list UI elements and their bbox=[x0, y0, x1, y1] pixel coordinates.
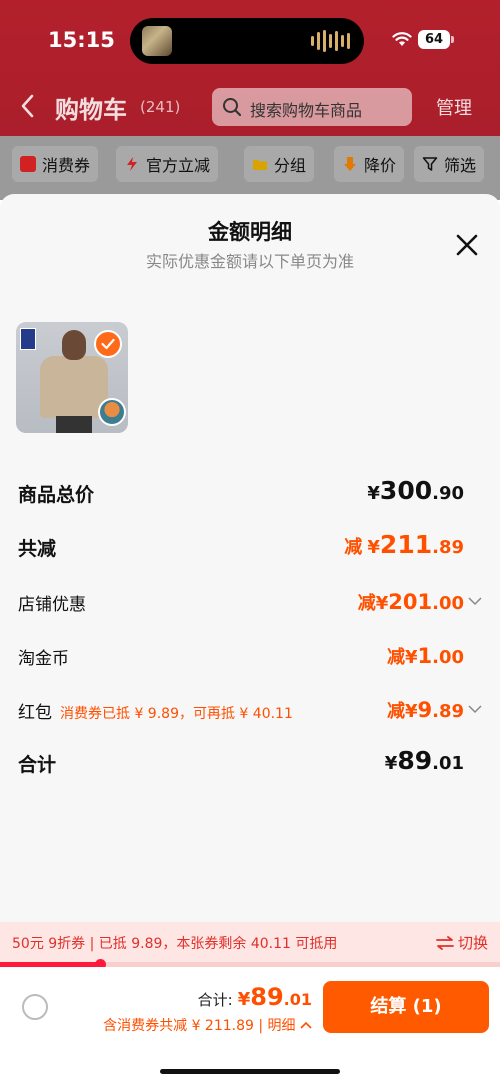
red-packet-label-group: 红包 消费券已抵 ¥ 9.89，可再抵 ¥ 40.11 bbox=[18, 698, 293, 723]
filter-chip-label: 降价 bbox=[364, 156, 397, 175]
coupon-switch-label: 切换 bbox=[457, 934, 488, 952]
product-image-model bbox=[62, 330, 86, 360]
red-packet-note: 消费券已抵 ¥ 9.89，可再抵 ¥ 40.11 bbox=[60, 706, 293, 722]
store-discount-label: 店铺优惠 bbox=[18, 595, 86, 615]
product-thumbnail[interactable] bbox=[16, 322, 128, 433]
coupon-switch-button[interactable]: 切换 bbox=[436, 932, 488, 953]
checkout-total-value: ¥89.01 bbox=[237, 983, 312, 1011]
folder-icon bbox=[253, 160, 267, 170]
red-packet-label: 红包 bbox=[18, 703, 52, 723]
chevron-down-icon bbox=[468, 705, 482, 714]
promo-badge-icon bbox=[98, 398, 126, 426]
selected-check-icon bbox=[94, 330, 122, 358]
checkout-button[interactable]: 结算 (1) bbox=[323, 981, 489, 1033]
row-goods-total: 商品总价 ¥300.90 bbox=[18, 476, 482, 512]
checkout-bar: 合计: ¥89.01 含消费券共减 ¥ 211.89 | 明细 结算 (1) bbox=[0, 967, 500, 1087]
cart-count: (241) bbox=[140, 98, 181, 116]
filter-chip-label: 分组 bbox=[274, 156, 307, 175]
red-packet-value: 减¥9.89 bbox=[386, 698, 464, 722]
manage-button[interactable]: 管理 bbox=[436, 94, 472, 120]
filter-chip-price-drop[interactable]: 降价 bbox=[334, 146, 405, 182]
goods-total-value: ¥300.90 bbox=[367, 476, 464, 505]
coupon-icon bbox=[20, 156, 36, 172]
sum-label: 合计 bbox=[18, 754, 57, 776]
coupon-banner-text: 50元 9折券 | 已抵 9.89，本张券剩余 40.11 可抵用 bbox=[12, 936, 338, 952]
store-discount-value: 减¥201.00 bbox=[357, 590, 464, 614]
filter-chip-group[interactable]: 分组 bbox=[244, 146, 315, 182]
checkout-total: 合计: ¥89.01 bbox=[198, 983, 312, 1011]
filter-chip-label: 消费券 bbox=[42, 156, 91, 175]
filter-chip-label: 筛选 bbox=[444, 156, 477, 175]
sheet-title: 金额明细 bbox=[208, 220, 292, 244]
coupon-banner: 50元 9折券 | 已抵 9.89，本张券剩余 40.11 可抵用 切换 bbox=[0, 922, 500, 962]
now-playing-artwork bbox=[142, 26, 172, 56]
row-taojinbi: 淘金币 减¥1.00 bbox=[18, 644, 482, 672]
filter-chip-official-discount[interactable]: 官方立减 bbox=[116, 146, 219, 182]
filter-chip-label: 官方立减 bbox=[146, 156, 211, 175]
page-title: 购物车 bbox=[55, 96, 127, 124]
down-arrow-icon bbox=[344, 157, 356, 171]
battery-nub bbox=[451, 36, 454, 43]
home-indicator bbox=[160, 1069, 340, 1074]
audio-wave-icon bbox=[311, 30, 350, 52]
taojinbi-label: 淘金币 bbox=[18, 649, 69, 669]
filter-bar: 消费券 官方立减 分组 降价 筛选 bbox=[0, 136, 500, 200]
background-app: 15:15 64 购物车 (241) 搜索购物车商品 管理 消费券 官方立减 分… bbox=[0, 0, 500, 200]
battery-indicator: 64 bbox=[418, 30, 450, 49]
product-image-trousers bbox=[56, 416, 92, 433]
chevron-up-icon bbox=[300, 1021, 312, 1029]
row-red-packet[interactable]: 红包 消费券已抵 ¥ 9.89，可再抵 ¥ 40.11 减¥9.89 bbox=[18, 698, 482, 726]
wifi-icon bbox=[392, 32, 412, 46]
cart-search-input[interactable]: 搜索购物车商品 bbox=[212, 88, 412, 126]
close-icon[interactable] bbox=[454, 232, 480, 258]
filter-chip-filter[interactable]: 筛选 bbox=[414, 146, 485, 182]
total-discount-value: 减 ¥211.89 bbox=[344, 530, 464, 559]
brand-logo bbox=[20, 328, 36, 350]
status-bar: 15:15 64 bbox=[0, 0, 500, 80]
status-time: 15:15 bbox=[48, 28, 115, 52]
discount-detail-text: 含消费券共减 ¥ 211.89 | 明细 bbox=[103, 1018, 296, 1034]
search-icon bbox=[223, 98, 242, 117]
lightning-icon bbox=[127, 157, 137, 171]
chevron-down-icon bbox=[468, 597, 482, 606]
sheet-subtitle: 实际优惠金额请以下单页为准 bbox=[145, 252, 354, 271]
discount-detail-toggle[interactable]: 含消费券共减 ¥ 211.89 | 明细 bbox=[103, 1015, 312, 1035]
switch-arrows-icon bbox=[436, 935, 454, 950]
taojinbi-value: 减¥1.00 bbox=[386, 644, 464, 668]
cart-nav-bar: 购物车 (241) 搜索购物车商品 管理 bbox=[0, 82, 500, 132]
select-all-checkbox[interactable] bbox=[22, 994, 48, 1020]
row-total-discount: 共减 减 ¥211.89 bbox=[18, 530, 482, 566]
filter-icon bbox=[422, 157, 438, 171]
filter-chip-coupon[interactable]: 消费券 bbox=[12, 146, 99, 182]
dynamic-island bbox=[130, 18, 364, 64]
total-discount-label: 共减 bbox=[18, 538, 57, 560]
row-store-discount[interactable]: 店铺优惠 减¥201.00 bbox=[18, 590, 482, 618]
back-arrow-icon[interactable] bbox=[18, 92, 38, 120]
search-placeholder: 搜索购物车商品 bbox=[250, 101, 363, 120]
goods-total-label: 商品总价 bbox=[18, 484, 95, 506]
checkout-total-label: 合计: bbox=[197, 991, 233, 1009]
row-sum: 合计 ¥89.01 bbox=[18, 746, 482, 782]
sum-value: ¥89.01 bbox=[384, 746, 464, 775]
